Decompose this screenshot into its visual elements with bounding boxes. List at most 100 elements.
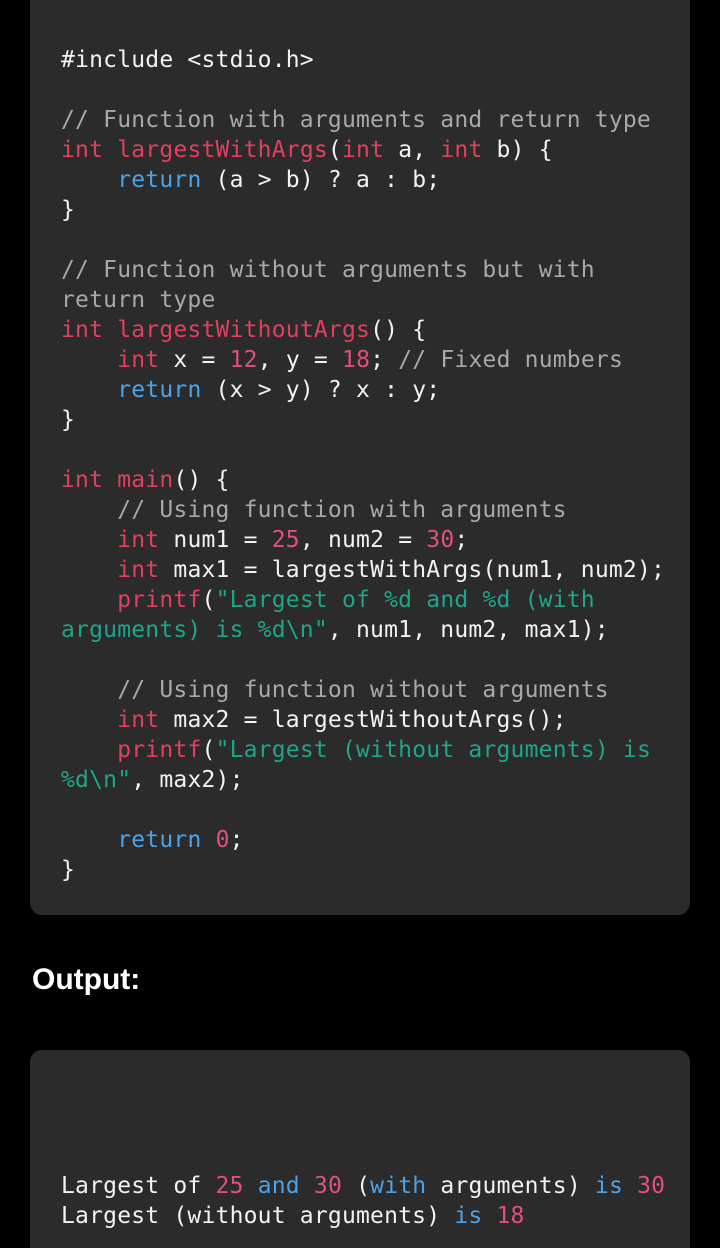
code-line-token xyxy=(61,677,117,703)
output-line-token: 25 xyxy=(215,1173,244,1199)
code-line-token: %d\n" xyxy=(61,767,132,793)
code-line: int main() { xyxy=(61,465,665,495)
code-line-token: a, xyxy=(384,137,441,163)
output-line-token xyxy=(300,1173,314,1199)
code-line-token: , y = xyxy=(257,347,343,373)
code-line: int num1 = 25, num2 = 30; xyxy=(61,525,665,555)
code-line: // Using function with arguments xyxy=(61,495,665,525)
output-line-token: with xyxy=(370,1173,427,1199)
output-line-token xyxy=(244,1173,258,1199)
code-line-token: 0 xyxy=(215,827,230,853)
output-block[interactable]: Largest of 25 and 30 (with arguments) is… xyxy=(61,1171,665,1231)
code-line-token: // Fixed numbers xyxy=(398,347,623,373)
code-line-token xyxy=(61,827,117,853)
code-line: return (x > y) ? x : y; xyxy=(61,375,665,405)
code-line-token: } xyxy=(61,407,76,433)
output-heading: Output: xyxy=(32,963,141,996)
page: #include <stdio.h> // Function with argu… xyxy=(0,0,720,1248)
code-line-token: , num1, num2, max1); xyxy=(327,617,609,643)
code-line-token: return xyxy=(117,377,202,403)
output-line: Largest (without arguments) is 18 xyxy=(61,1201,665,1231)
code-line-token xyxy=(61,557,117,583)
code-line-token xyxy=(61,527,117,553)
code-line-token xyxy=(61,497,117,523)
code-line-token: int xyxy=(61,137,118,163)
output-line-token: 30 xyxy=(313,1173,343,1199)
code-line-token: max1 = largestWithArgs(num1, num2); xyxy=(159,557,666,583)
code-line-token: return xyxy=(117,827,202,853)
code-line: arguments) is %d\n", num1, num2, max1); xyxy=(61,615,665,645)
code-line-token: int xyxy=(61,467,118,493)
code-line-token: b) { xyxy=(482,137,553,163)
code-line: #include <stdio.h> xyxy=(61,45,665,75)
code-line-token: "Largest (without arguments) is xyxy=(215,737,652,763)
code-line-token: // Function with arguments and return ty… xyxy=(61,107,651,133)
code-line: return (a > b) ? a : b; xyxy=(61,165,665,195)
code-line: int largestWithArgs(int a, int b) { xyxy=(61,135,665,165)
code-line-token: return xyxy=(117,167,202,193)
code-line-token: num1 = xyxy=(159,527,272,553)
code-line-token xyxy=(202,827,216,853)
code-line-token: max2 = largestWithoutArgs(); xyxy=(159,707,567,733)
code-line-token: , max2); xyxy=(131,767,244,793)
code-block[interactable]: #include <stdio.h> // Function with argu… xyxy=(61,45,665,885)
output-line-token: is xyxy=(594,1173,624,1199)
code-line-token: int xyxy=(341,137,385,163)
code-line-token: int xyxy=(117,527,160,553)
code-line-token: int xyxy=(117,347,160,373)
code-line-token: ; xyxy=(454,527,469,553)
code-line-token: 25 xyxy=(271,527,300,553)
output-line-token: is xyxy=(454,1203,483,1229)
code-line-token xyxy=(61,737,117,763)
code-line: printf("Largest (without arguments) is xyxy=(61,735,665,765)
code-line-token: ( xyxy=(201,587,216,613)
code-line-token: , num2 = xyxy=(299,527,427,553)
code-line-token: // Function without arguments but with xyxy=(61,257,595,283)
code-line-token: // Using function without arguments xyxy=(117,677,609,703)
code-line-token: ; xyxy=(370,347,399,373)
code-line-token: 30 xyxy=(426,527,455,553)
code-line-token: ( xyxy=(201,737,216,763)
output-line-token: 18 xyxy=(496,1203,525,1229)
code-line-token: int xyxy=(61,317,118,343)
code-line-token: ; xyxy=(229,827,244,853)
code-line: int largestWithoutArgs() { xyxy=(61,315,665,345)
code-line-token: largestWithoutArgs xyxy=(117,317,371,343)
code-line-token: printf xyxy=(117,587,202,613)
output-line-token: and xyxy=(257,1173,300,1199)
output-line-token: 30 xyxy=(637,1173,666,1199)
code-line-token: () { xyxy=(173,467,230,493)
code-line-token: int xyxy=(440,137,483,163)
code-line-token: // Using function with arguments xyxy=(117,497,567,523)
output-line-token xyxy=(482,1203,496,1229)
code-line-token: 18 xyxy=(342,347,371,373)
code-line: } xyxy=(61,195,665,225)
code-line-token: x = xyxy=(159,347,230,373)
code-line-token: "Largest of %d and %d (with xyxy=(215,587,595,613)
code-line: int max2 = largestWithoutArgs(); xyxy=(61,705,665,735)
code-line-token xyxy=(61,707,117,733)
output-line-token xyxy=(623,1173,637,1199)
code-line-token xyxy=(61,377,117,403)
code-line: %d\n", max2); xyxy=(61,765,665,795)
code-line-token xyxy=(61,167,117,193)
code-line: } xyxy=(61,405,665,435)
code-line-token: printf xyxy=(117,737,202,763)
code-line: int max1 = largestWithArgs(num1, num2); xyxy=(61,555,665,585)
code-line-token: arguments) is %d\n" xyxy=(61,617,328,643)
code-line-token: return type xyxy=(61,287,216,313)
code-line-token: int xyxy=(117,707,160,733)
code-line-token: } xyxy=(61,857,76,883)
code-line-token: () { xyxy=(370,317,427,343)
code-line-token: } xyxy=(61,197,76,223)
output-line-token: Largest of xyxy=(61,1173,216,1199)
code-line: // Function with arguments and return ty… xyxy=(61,105,665,135)
code-line-token xyxy=(61,347,117,373)
code-line: // Using function without arguments xyxy=(61,675,665,705)
code-line: int x = 12, y = 18; // Fixed numbers xyxy=(61,345,665,375)
code-line-token: largestWithArgs xyxy=(117,137,328,163)
code-line-token: int xyxy=(117,557,160,583)
